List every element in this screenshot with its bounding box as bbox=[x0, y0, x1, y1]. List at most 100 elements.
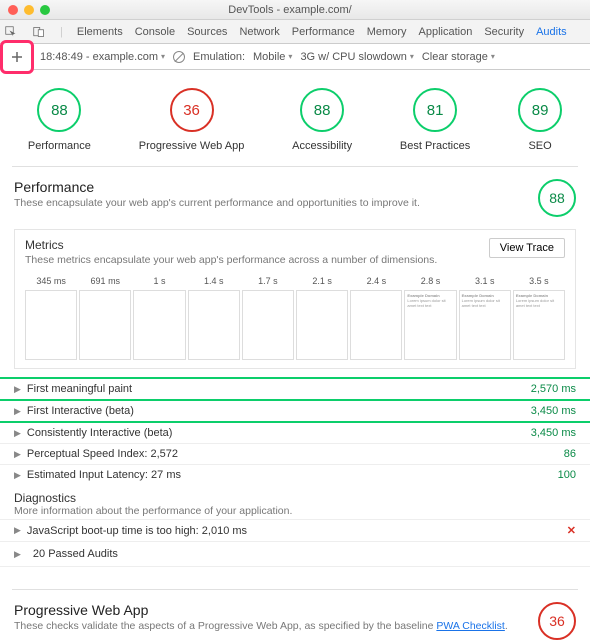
metrics-title: Metrics bbox=[25, 238, 489, 252]
score-label: Accessibility bbox=[292, 140, 352, 152]
filmstrip-frame: 1.7 s bbox=[242, 276, 294, 360]
tab-performance[interactable]: Performance bbox=[292, 26, 355, 38]
filmstrip-frame: 1.4 s bbox=[188, 276, 240, 360]
passed-audits-toggle[interactable]: ▶ 20 Passed Audits bbox=[0, 541, 590, 567]
close-window-button[interactable] bbox=[8, 5, 18, 15]
filmstrip-frame: 345 ms bbox=[25, 276, 77, 360]
fail-icon: ✕ bbox=[567, 524, 576, 537]
score-best-practices[interactable]: 81 Best Practices bbox=[400, 88, 470, 152]
metric-value: 3,450 ms bbox=[531, 405, 576, 417]
expand-icon: ▶ bbox=[14, 406, 21, 417]
metric-label: Consistently Interactive (beta) bbox=[27, 427, 523, 439]
tab-memory[interactable]: Memory bbox=[367, 26, 407, 38]
filmstrip-frame: 1 s bbox=[133, 276, 185, 360]
score-performance[interactable]: 88 Performance bbox=[28, 88, 91, 152]
score-ring: 89 bbox=[518, 88, 562, 132]
expand-icon: ▶ bbox=[14, 449, 21, 460]
score-ring: 88 bbox=[37, 88, 81, 132]
score-label: Performance bbox=[28, 140, 91, 152]
filmstrip-frame: 2.8 sExample DomainLorem ipsum dolor sit… bbox=[404, 276, 456, 360]
pwa-title: Progressive Web App bbox=[14, 602, 528, 618]
score-ring: 88 bbox=[300, 88, 344, 132]
filmstrip-frame: 3.5 sExample DomainLorem ipsum dolor sit… bbox=[513, 276, 565, 360]
score-ring: 36 bbox=[170, 88, 214, 132]
expand-icon: ▶ bbox=[14, 384, 21, 395]
expand-icon: ▶ bbox=[14, 525, 21, 536]
clear-icon[interactable] bbox=[173, 51, 185, 63]
filmstrip-frame: 3.1 sExample DomainLorem ipsum dolor sit… bbox=[459, 276, 511, 360]
tab-audits[interactable]: Audits bbox=[536, 26, 567, 38]
score-accessibility[interactable]: 88 Accessibility bbox=[292, 88, 352, 152]
pwa-score-ring: 36 bbox=[538, 602, 576, 640]
tab-security[interactable]: Security bbox=[484, 26, 524, 38]
performance-section: Performance These encapsulate your web a… bbox=[0, 171, 590, 221]
audits-toolbar: 18:48:49 - example.com Emulation: Mobile… bbox=[0, 44, 590, 70]
diagnostic-label: JavaScript boot-up time is too high: 2,0… bbox=[27, 525, 559, 537]
network-dropdown[interactable]: 3G w/ CPU slowdown bbox=[300, 51, 413, 63]
metric-row[interactable]: ▶ Consistently Interactive (beta) 3,450 ms bbox=[0, 421, 590, 443]
metric-value: 3,450 ms bbox=[531, 427, 576, 439]
metric-value: 100 bbox=[558, 469, 576, 481]
zoom-window-button[interactable] bbox=[40, 5, 50, 15]
device-toggle-icon[interactable] bbox=[32, 25, 46, 39]
tab-network[interactable]: Network bbox=[239, 26, 279, 38]
score-seo[interactable]: 89 SEO bbox=[518, 88, 562, 152]
performance-title: Performance bbox=[14, 179, 528, 195]
pwa-checklist-link[interactable]: PWA Checklist bbox=[436, 620, 504, 632]
metric-row[interactable]: ▶ Perceptual Speed Index: 2,572 86 bbox=[0, 443, 590, 464]
divider bbox=[12, 166, 578, 167]
filmstrip-timeline: 345 ms691 ms1 s1.4 s1.7 s2.1 s2.4 s2.8 s… bbox=[25, 276, 565, 360]
metric-value: 86 bbox=[564, 448, 576, 460]
tabbar-divider: | bbox=[60, 26, 63, 38]
metric-row[interactable]: ▶ Estimated Input Latency: 27 ms 100 bbox=[0, 464, 590, 485]
view-trace-button[interactable]: View Trace bbox=[489, 238, 565, 258]
diagnostics-section: Diagnostics More information about the p… bbox=[0, 485, 590, 519]
diagnostic-row[interactable]: ▶ JavaScript boot-up time is too high: 2,… bbox=[0, 519, 590, 541]
metric-label: Estimated Input Latency: 27 ms bbox=[27, 469, 550, 481]
score-progressive-web-app[interactable]: 36 Progressive Web App bbox=[139, 88, 245, 152]
performance-desc: These encapsulate your web app's current… bbox=[14, 197, 528, 209]
devtools-tabbar: | Elements Console Sources Network Performan… bbox=[0, 20, 590, 44]
window-title: DevTools - example.com/ bbox=[50, 4, 590, 16]
score-ring: 81 bbox=[413, 88, 457, 132]
expand-icon: ▶ bbox=[14, 470, 21, 481]
performance-score-ring: 88 bbox=[538, 179, 576, 217]
filmstrip-frame: 691 ms bbox=[79, 276, 131, 360]
diagnostics-desc: More information about the performance o… bbox=[14, 505, 576, 517]
expand-icon: ▶ bbox=[14, 549, 21, 560]
inspect-icon[interactable] bbox=[4, 25, 18, 39]
metric-label: First Interactive (beta) bbox=[27, 405, 523, 417]
storage-dropdown[interactable]: Clear storage bbox=[422, 51, 495, 63]
score-label: Progressive Web App bbox=[139, 140, 245, 152]
category-scores: 88 Performance 36 Progressive Web App 88 Acce… bbox=[0, 70, 590, 162]
metric-row[interactable]: ▶ First meaningful paint 2,570 ms bbox=[0, 377, 590, 399]
tab-application[interactable]: Application bbox=[419, 26, 473, 38]
window-titlebar: DevTools - example.com/ bbox=[0, 0, 590, 20]
passed-audits-label: 20 Passed Audits bbox=[33, 548, 118, 560]
expand-icon: ▶ bbox=[14, 428, 21, 439]
new-audit-button[interactable] bbox=[0, 40, 34, 74]
pwa-desc: These checks validate the aspects of a P… bbox=[14, 620, 528, 632]
metric-label: First meaningful paint bbox=[27, 383, 523, 395]
tab-console[interactable]: Console bbox=[135, 26, 175, 38]
pwa-section: Progressive Web App These checks validat… bbox=[0, 594, 590, 644]
score-label: SEO bbox=[528, 140, 551, 152]
pwa-desc-post: . bbox=[505, 620, 508, 632]
pwa-desc-pre: These checks validate the aspects of a P… bbox=[14, 620, 436, 632]
metric-row[interactable]: ▶ First Interactive (beta) 3,450 ms bbox=[0, 399, 590, 421]
score-label: Best Practices bbox=[400, 140, 470, 152]
device-dropdown[interactable]: Mobile bbox=[253, 51, 292, 63]
tab-sources[interactable]: Sources bbox=[187, 26, 227, 38]
audit-run-dropdown[interactable]: 18:48:49 - example.com bbox=[40, 51, 165, 63]
diagnostics-title: Diagnostics bbox=[14, 491, 576, 505]
metric-value: 2,570 ms bbox=[531, 383, 576, 395]
divider bbox=[12, 589, 578, 590]
metric-label: Perceptual Speed Index: 2,572 bbox=[27, 448, 556, 460]
filmstrip-frame: 2.1 s bbox=[296, 276, 348, 360]
traffic-lights bbox=[0, 5, 50, 15]
minimize-window-button[interactable] bbox=[24, 5, 34, 15]
tab-elements[interactable]: Elements bbox=[77, 26, 123, 38]
metrics-card: Metrics These metrics encapsulate your w… bbox=[14, 229, 576, 369]
metrics-desc: These metrics encapsulate your web app's… bbox=[25, 254, 489, 266]
emulation-label: Emulation: bbox=[193, 51, 245, 63]
